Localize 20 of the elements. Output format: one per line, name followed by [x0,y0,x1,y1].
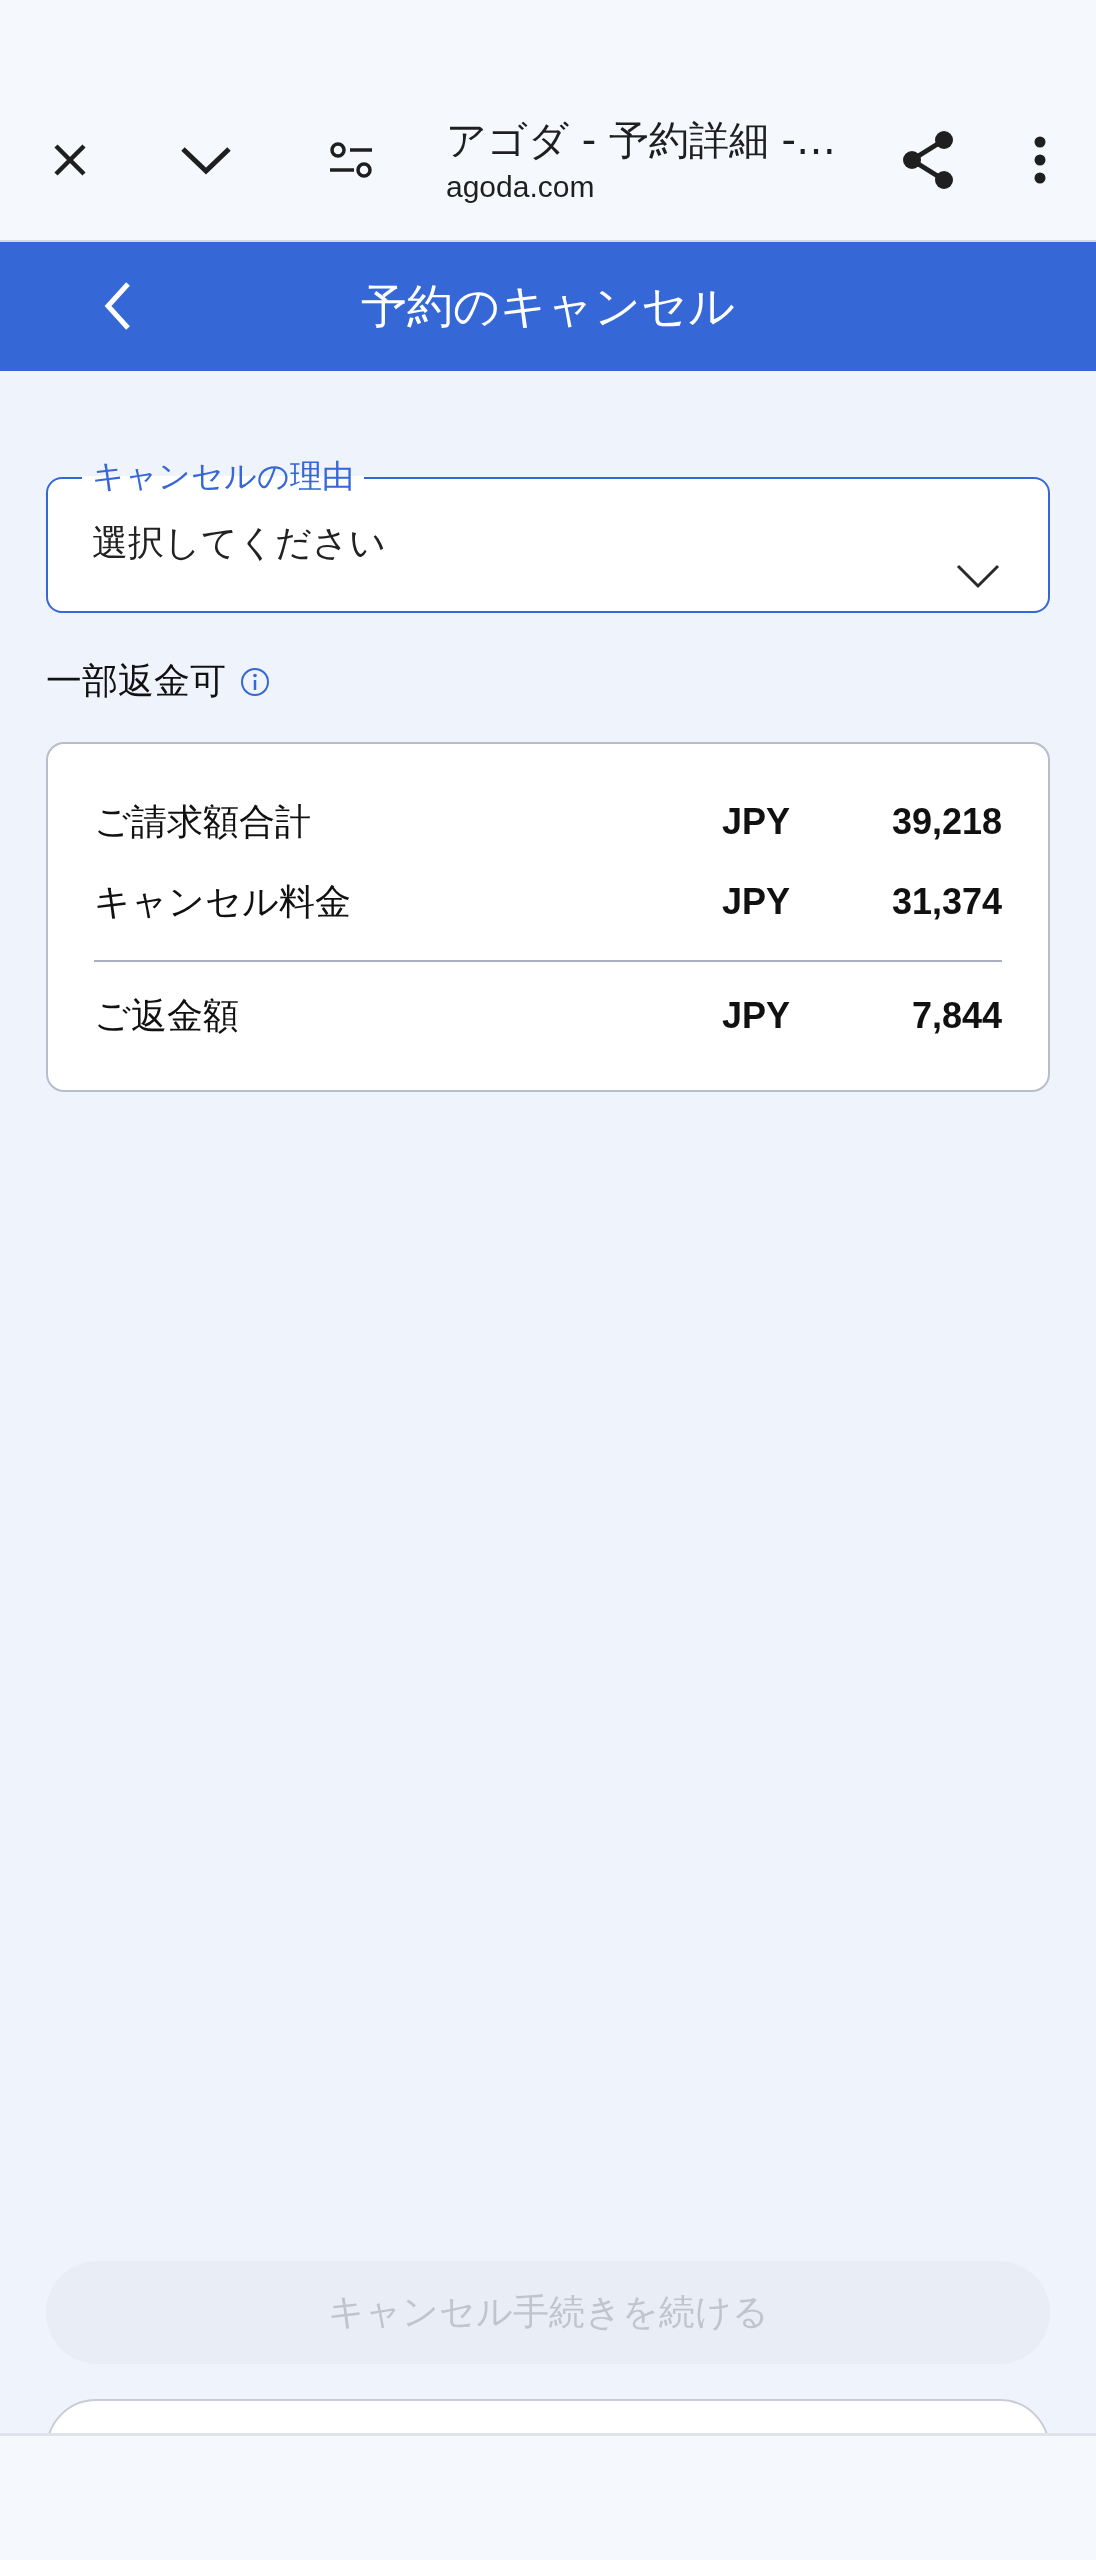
page-title: アゴダ - 予約詳細 -… [446,116,837,164]
amount-text: 31,374 [890,881,1002,923]
more-options-icon[interactable] [1034,136,1046,184]
chevron-down-icon[interactable] [180,145,232,175]
url-text: agoda.com [446,170,596,204]
header-title: 予約のキャンセル [361,277,735,335]
currency-text: JPY [722,881,792,923]
currency-text: JPY [722,995,792,1037]
share-icon[interactable] [900,130,956,190]
refund-status: 一部返金可 [46,659,226,703]
currency-text: JPY [722,801,792,843]
row-label: キャンセル料金 [94,879,352,924]
info-icon[interactable] [240,666,270,697]
amount-text: 7,844 [910,995,1002,1037]
settings-icon[interactable] [328,140,374,180]
chevron-down-icon [956,563,1000,589]
row-label: ご返金額 [94,993,240,1038]
amount-text: 39,218 [890,801,1002,843]
back-icon[interactable] [104,280,132,332]
row-label: ご請求額合計 [94,799,312,844]
